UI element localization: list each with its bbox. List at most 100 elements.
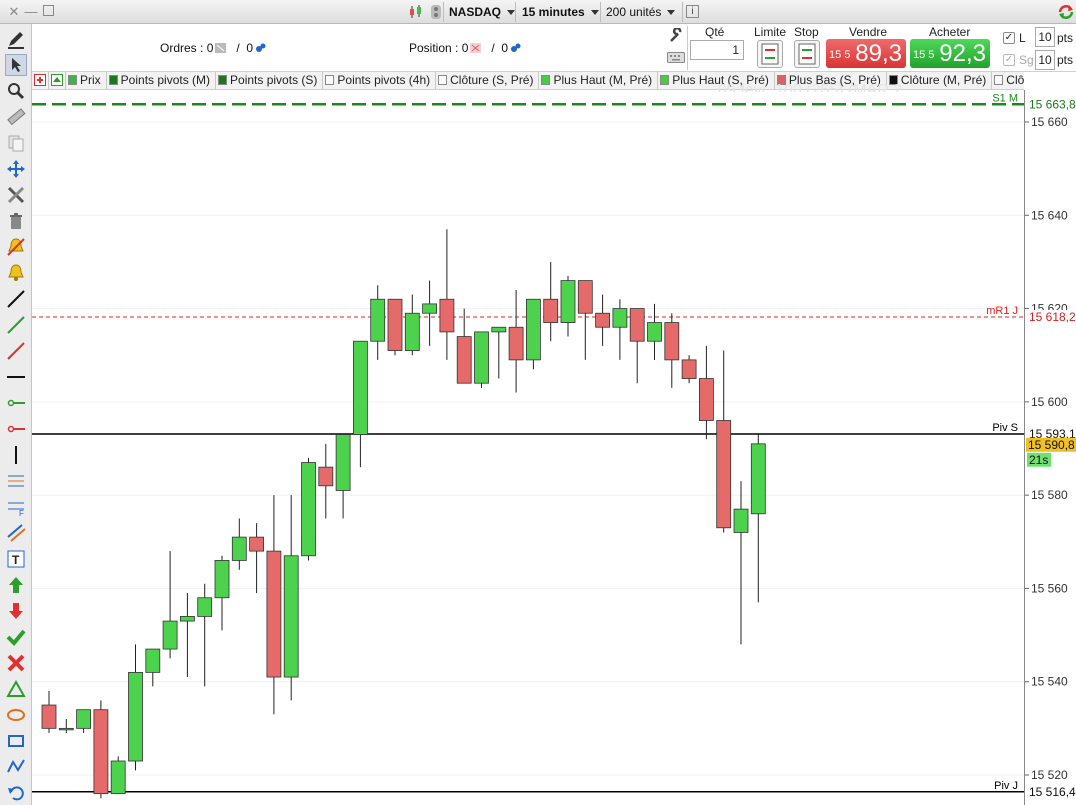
candle-body xyxy=(612,308,628,328)
checkmark-icon[interactable] xyxy=(5,626,27,648)
horizontal-ray-green-icon[interactable] xyxy=(5,392,27,414)
info-icon[interactable]: i xyxy=(686,5,699,18)
sell-button[interactable]: 15 5 89,3 xyxy=(826,39,906,68)
alert-bell-crossed-icon[interactable] xyxy=(5,236,27,258)
cursor-icon[interactable] xyxy=(5,54,27,76)
position-label: Position : xyxy=(409,41,459,55)
channel-icon[interactable] xyxy=(5,522,27,544)
ellipse-icon[interactable] xyxy=(5,704,27,726)
stop-label: Stop xyxy=(794,25,819,39)
horizontal-line-icon[interactable] xyxy=(5,366,27,388)
candle-body xyxy=(197,597,213,617)
position-pending: 0 xyxy=(501,41,509,55)
trendline-icon[interactable] xyxy=(5,288,27,310)
trendline-red-icon[interactable] xyxy=(5,340,27,362)
legend-label: Points pivots (S) xyxy=(230,73,318,87)
keyboard-icon[interactable] xyxy=(667,50,685,67)
chevron-down-icon xyxy=(590,10,599,16)
horizontal-ray-red-icon[interactable] xyxy=(5,418,27,440)
candle-body xyxy=(41,704,57,729)
pencil-icon[interactable] xyxy=(5,28,27,50)
buy-button[interactable]: 15 5 92,3 xyxy=(910,39,990,68)
candlestick-icon[interactable] xyxy=(408,4,424,20)
price-axis[interactable]: 15 66015 64015 62015 60015 58015 56015 5… xyxy=(1024,90,1076,805)
legend-item[interactable]: Plus Haut (M, Pré) xyxy=(539,72,659,89)
legend-item[interactable]: Clôture (S, Pré) xyxy=(436,72,540,89)
legend-item[interactable]: Points pivots (S) xyxy=(216,72,324,89)
gear-icon xyxy=(255,42,266,52)
candle-body xyxy=(439,298,455,333)
text-icon[interactable]: T xyxy=(5,548,27,570)
candle-body xyxy=(128,671,143,762)
sg-checkbox[interactable]: ✓ xyxy=(1003,54,1015,66)
orders-summary[interactable]: Ordres : 0 / 0 xyxy=(160,41,266,55)
candle-body xyxy=(370,298,386,342)
limit-checkbox[interactable]: ✓ xyxy=(1003,32,1015,44)
sg-points-input[interactable]: 10 xyxy=(1035,50,1055,70)
timeframe-dropdown[interactable]: 15 minutes xyxy=(522,4,599,21)
arrow-down-icon[interactable] xyxy=(5,600,27,622)
trendline-green-icon[interactable] xyxy=(5,314,27,336)
sg-pts-label: pts xyxy=(1057,53,1074,67)
triangle-icon[interactable] xyxy=(5,678,27,700)
candle-body xyxy=(76,709,91,729)
tools-icon[interactable] xyxy=(5,184,27,206)
orders-icon xyxy=(215,42,227,53)
maximize-icon[interactable] xyxy=(40,4,56,20)
timeframe-label: 15 minutes xyxy=(522,5,585,19)
move-icon[interactable] xyxy=(5,158,27,180)
ruler-icon[interactable] xyxy=(5,106,27,128)
legend-swatch xyxy=(108,75,118,85)
s1m-axis-tag: 15 663,8 xyxy=(1026,97,1076,112)
current-price-value: 15 590,8 xyxy=(1028,438,1075,452)
axis-tick-label: 15 640 xyxy=(1031,208,1068,222)
undo-icon[interactable] xyxy=(5,782,27,804)
close-icon[interactable]: ✕ xyxy=(6,4,22,20)
copy-icon[interactable] xyxy=(5,132,27,154)
candle-body xyxy=(387,298,403,351)
legend-item[interactable]: Points pivots (M) xyxy=(107,72,217,89)
l-points-input[interactable]: 10 xyxy=(1035,27,1055,47)
legend-label: Clôture (S, Pré) xyxy=(450,73,534,87)
orders-separator: / xyxy=(236,41,240,55)
legend-item[interactable]: Prix xyxy=(66,72,107,89)
candle-body xyxy=(318,466,334,487)
collapse-legend-button[interactable] xyxy=(49,72,66,89)
chevron-down-icon xyxy=(667,10,676,16)
chart-settings-icon[interactable] xyxy=(428,4,444,20)
rectangle-icon[interactable] xyxy=(5,730,27,752)
stop-order-button[interactable] xyxy=(794,40,820,68)
candle-body xyxy=(750,443,766,515)
axis-tick-label: 15 580 xyxy=(1031,488,1068,502)
limit-order-button[interactable] xyxy=(757,40,783,68)
arrow-up-icon[interactable] xyxy=(5,574,27,596)
minimize-icon[interactable]: — xyxy=(23,4,39,20)
s1m-label: S1 M xyxy=(992,92,1018,104)
legend-item[interactable]: Points pivots (4h) xyxy=(323,72,437,89)
position-summary[interactable]: Position : 0 / 0 xyxy=(409,41,521,55)
legend-swatch xyxy=(660,75,670,85)
candle-body xyxy=(647,322,662,342)
add-indicator-button[interactable] xyxy=(32,72,49,89)
trash-icon[interactable] xyxy=(5,210,27,232)
units-dropdown[interactable]: 200 unités xyxy=(606,4,676,21)
mr1j-axis-value: 15 618,2 xyxy=(1029,310,1076,324)
price-chart[interactable]: S1 M mR1 J Piv S Piv J xyxy=(32,90,1024,805)
buy-price: 92,3 xyxy=(939,40,986,67)
cross-icon[interactable] xyxy=(5,652,27,674)
alert-bell-icon[interactable] xyxy=(5,262,27,284)
svg-text:T: T xyxy=(12,553,20,567)
vertical-line-icon[interactable] xyxy=(5,444,27,466)
zoom-icon[interactable] xyxy=(5,80,27,102)
instrument-dropdown[interactable]: NASDAQ xyxy=(449,4,516,21)
fibonacci-fan-icon[interactable]: F xyxy=(5,496,27,518)
l-label: L xyxy=(1019,31,1026,45)
pattern-icon[interactable] xyxy=(5,756,27,778)
refresh-icon[interactable] xyxy=(1056,3,1076,19)
fibonacci-icon[interactable] xyxy=(5,470,27,492)
sell-price-prefix: 15 5 xyxy=(829,49,851,61)
orders-pending: 0 xyxy=(246,41,254,55)
qty-input[interactable]: 1 xyxy=(690,40,744,60)
candle-body xyxy=(474,331,489,384)
wrench-icon[interactable] xyxy=(668,26,684,47)
